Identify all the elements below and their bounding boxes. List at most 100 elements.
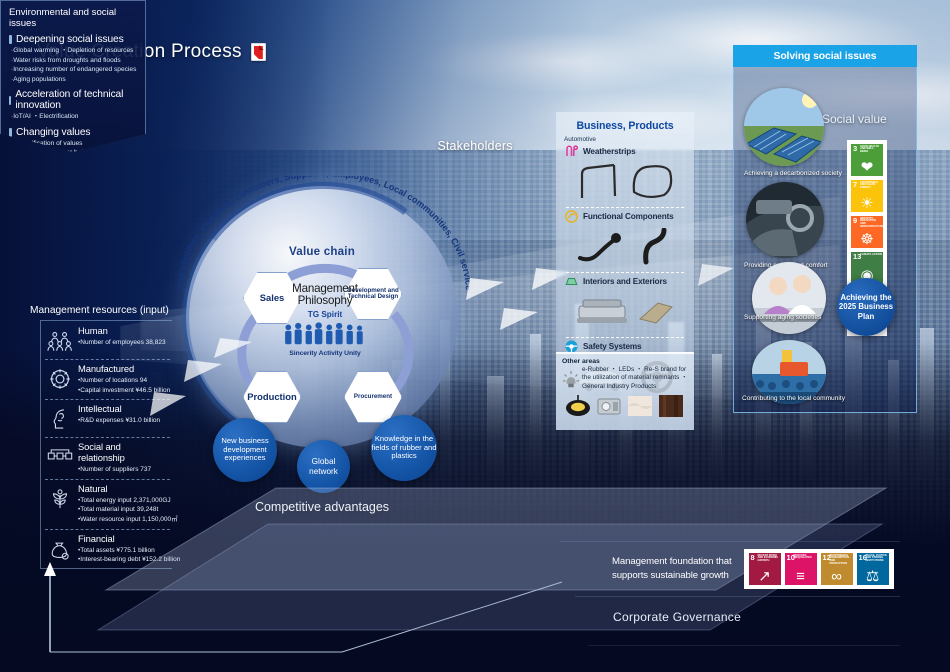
value-creation-process-infographic: Value Creation Process Environmental and… [0, 0, 950, 672]
product-category-interiors[interactable]: Interiors and Exteriors [564, 274, 688, 289]
door-seal-photo [580, 163, 617, 198]
weatherstrip-icon [566, 145, 579, 156]
handshake-network-icon [47, 449, 73, 460]
management-resources-heading: Management resources (input) [30, 305, 169, 316]
management-foundation-text: Management foundation that supports sust… [612, 555, 732, 583]
list-item: Water risks from droughts and floods [11, 56, 138, 66]
value-chain-label: Value chain [289, 245, 355, 258]
category-label: Functional Components [583, 212, 674, 221]
list-item: Global warming ・Depletion of resources [11, 46, 138, 56]
sdg-number: 8 [750, 553, 755, 562]
instrument-panel-photo [577, 299, 627, 323]
business-products-other-areas: Other areas e-Rubber ・ LEDs ・ Re-S brand… [556, 352, 694, 430]
sdg-glyph: ∞ [831, 568, 842, 585]
foundation-line-1: Management foundation that [612, 556, 732, 568]
category-label: Safety Systems [583, 342, 642, 351]
plant-leaf-icon [52, 489, 68, 508]
gear-icon [50, 369, 70, 389]
wood-panel-photo [659, 394, 683, 417]
management-philosophy-core: Management Philosophy TG Spirit Sincerit… [276, 282, 374, 357]
foam-material-photo [628, 395, 652, 416]
sdg-glyph: ☀ [860, 195, 874, 212]
sdg-badge-10[interactable]: 10 REDUCED INEQUALITIES ≡ [784, 553, 817, 585]
functional-component-images [562, 226, 688, 268]
sdg-title: INDUSTRY, INNOVATION AND INFRASTRUCTURE [860, 216, 884, 229]
sdg-badge-12[interactable]: 12 RESPONSIBLE CONSUMPTION AND PRODUCTIO… [820, 553, 853, 585]
solving-social-issues-header: Solving social issues [733, 45, 917, 67]
interior-product-images [562, 291, 688, 333]
functional-component-icon [565, 210, 578, 223]
divider [560, 541, 900, 542]
philosophy-line-2: Philosophy [297, 294, 353, 308]
interior-exterior-icon [565, 277, 578, 286]
group-title: Acceleration of technical innovation [15, 89, 124, 112]
philosophy-values: Sincerity Activity Unity [289, 349, 361, 357]
sdg-title: DECENT WORK AND ECONOMIC GROWTH [757, 553, 779, 563]
sdg-row-foundation: 8 DECENT WORK AND ECONOMIC GROWTH ↗ 10 R… [743, 549, 894, 589]
money-bag-icon [51, 542, 69, 560]
sdg-title: CLIMATE ACTION [860, 252, 882, 256]
photo-aging-societies [752, 262, 826, 334]
group-title: Changing values [16, 126, 91, 138]
list-item: Aging populations [11, 75, 138, 85]
window-seal-photo [632, 165, 673, 199]
weatherstrip-product-images [562, 161, 688, 203]
sdg-title: REDUCED INEQUALITIES [793, 553, 812, 560]
management-foundation-block: Management foundation that supports sust… [612, 549, 894, 589]
solar-panel-photo [744, 88, 824, 166]
social-value-label: Social value [822, 112, 887, 126]
divider [566, 337, 684, 338]
other-areas-text: e-Rubber ・ LEDs ・ Re-S brand for the uti… [582, 366, 688, 390]
bent-hose-photo [643, 228, 667, 265]
sdg-badge-16[interactable]: 16 PEACE, JUSTICE AND STRONG INSTITUTION… [856, 553, 889, 585]
car-interior-photo [746, 182, 824, 258]
hose-photo [578, 233, 621, 262]
sdg-glyph: ☸ [860, 231, 874, 248]
sdg-glyph: ❤ [860, 159, 874, 176]
corporate-governance-label: Corporate Governance [613, 610, 742, 624]
divider [588, 645, 900, 646]
sdg-number: 9 [853, 216, 858, 225]
category-label: Interiors and Exteriors [583, 277, 667, 286]
resource-name: Social and relationship [78, 441, 125, 464]
sdg-title: AFFORDABLE AND CLEAN ENERGY [860, 180, 878, 190]
machine-part-photo [597, 398, 621, 415]
philosophy-spirit: TG Spirit [307, 309, 343, 319]
sdg-badge-8[interactable]: 8 DECENT WORK AND ECONOMIC GROWTH ↗ [748, 553, 781, 585]
env-issues-list: Global warming ・Depletion of resources W… [9, 46, 138, 84]
sdg-badge-7[interactable]: 7 AFFORDABLE AND CLEAN ENERGY ☀ [851, 180, 883, 212]
arrow-cluster-left [150, 338, 252, 416]
sdg-title: PEACE, JUSTICE AND STRONG INSTITUTIONS [865, 553, 887, 563]
other-areas-thumbnails [562, 393, 688, 419]
env-issues-list: IoT/AI ・Electrification [9, 112, 138, 122]
product-category-functional[interactable]: Functional Components [564, 209, 688, 224]
elderly-care-photo [752, 262, 826, 334]
env-issues-group-innovation: Acceleration of technical innovation IoT… [9, 89, 138, 122]
business-products-panel: Business, Products Automotive Weatherstr… [556, 112, 694, 430]
automotive-kicker: Automotive [564, 136, 596, 143]
led-lamp-icon [562, 371, 580, 388]
sdg-title: RESPONSIBLE CONSUMPTION AND PRODUCTION [829, 553, 849, 566]
photo-caption: Supporting aging societies [744, 314, 822, 321]
env-issues-heading: Environmental and social issues [9, 7, 117, 29]
category-label: Weatherstrips [583, 147, 636, 156]
brain-head-icon [53, 409, 64, 429]
sdg-badge-3[interactable]: 3 GOOD HEALTH AND WELL-BEING ❤ [851, 144, 883, 176]
list-item: IoT/AI ・Electrification [11, 112, 138, 122]
sdg-badge-9[interactable]: 9 INDUSTRY, INNOVATION AND INFRASTRUCTUR… [851, 216, 884, 248]
sdg-glyph: ⚖ [865, 568, 880, 585]
foundation-line-2: supports sustainable growth [612, 570, 729, 581]
product-category-weatherstrips[interactable]: Weatherstrips [564, 144, 688, 159]
divider [566, 272, 684, 273]
sdg-glyph: ↗ [758, 568, 771, 585]
sdg-number: 7 [853, 180, 858, 189]
photo-decarbonized-society [744, 88, 824, 166]
people-group-icon [47, 332, 72, 351]
pdf-icon[interactable] [250, 43, 266, 61]
sdg-glyph: ≡ [796, 568, 805, 585]
other-areas-heading: Other areas [562, 358, 600, 365]
business-plan-bubble[interactable]: Achieving the 2025 Business Plan [837, 278, 895, 336]
photo-caption: Contributing to the local community [742, 395, 845, 402]
exterior-trim-photo [638, 302, 673, 324]
group-title: Deepening social issues [16, 34, 124, 45]
